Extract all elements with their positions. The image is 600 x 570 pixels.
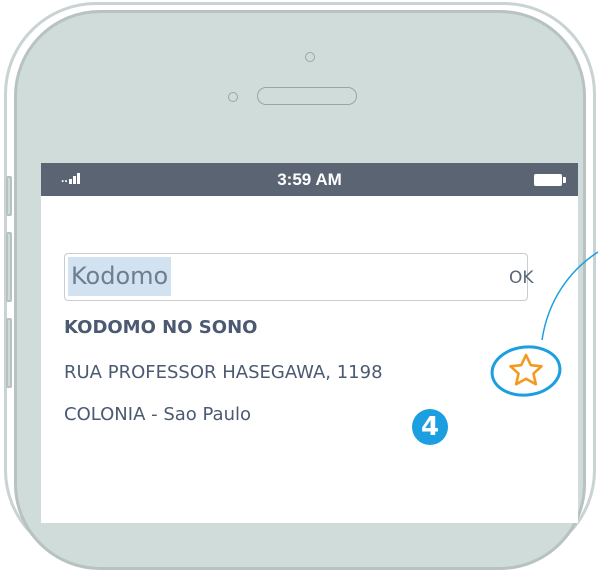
highlight-circle — [490, 345, 562, 397]
phone-screen: .. 3:59 AM Kodomo OK KODOMO NO SONO RUA … — [41, 163, 578, 523]
result-name: KODOMO NO SONO — [64, 317, 258, 338]
status-time: 3:59 AM — [277, 170, 342, 189]
camera-icon — [305, 52, 315, 62]
step-number-badge: 4 — [412, 409, 448, 445]
phone-side-button — [6, 176, 12, 216]
phone-side-button — [6, 318, 12, 388]
status-bar: .. 3:59 AM — [41, 163, 578, 196]
search-input-value[interactable]: Kodomo — [68, 257, 172, 296]
result-address: RUA PROFESSOR HASEGAWA, 1198 — [64, 362, 383, 383]
ok-button[interactable]: OK — [509, 268, 534, 288]
battery-full-icon — [534, 174, 566, 186]
search-input[interactable]: Kodomo — [64, 253, 528, 301]
star-outline-icon — [509, 353, 543, 386]
sensor-icon — [228, 92, 238, 102]
phone-side-button — [6, 232, 12, 302]
result-city: COLONIA - Sao Paulo — [64, 404, 252, 425]
favorite-star-button[interactable] — [484, 340, 564, 400]
speaker-grille — [257, 87, 357, 105]
